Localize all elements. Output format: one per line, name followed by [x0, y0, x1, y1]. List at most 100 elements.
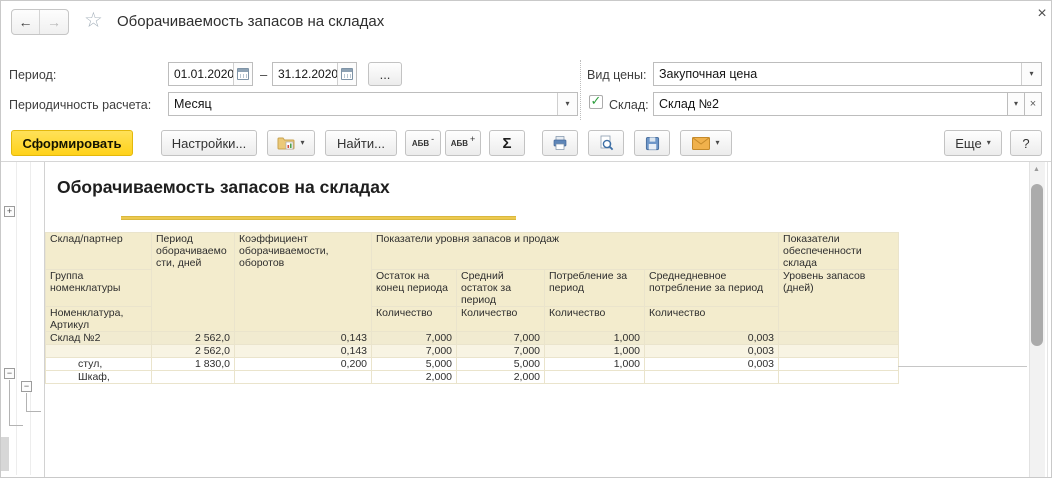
row-value-cell[interactable]: 0,003: [643, 357, 780, 371]
price-type-dropdown-button[interactable]: ▾: [1021, 63, 1041, 85]
row-value-cell[interactable]: 2 562,0: [151, 344, 235, 358]
table-row[interactable]: 2 562,0 0,143 7,000 7,000 1,000 0,003: [45, 344, 900, 358]
header-quantity[interactable]: Количество: [371, 306, 457, 332]
sigma-icon: Σ: [502, 134, 512, 152]
row-value-cell[interactable]: [544, 370, 645, 384]
back-button[interactable]: ←: [12, 10, 40, 34]
title-group-expand-box[interactable]: +: [4, 206, 15, 217]
header-supply-group[interactable]: Показатели обеспеченности склада: [778, 232, 900, 270]
report-title[interactable]: Оборачиваемость запасов на складах: [57, 177, 390, 198]
floppy-save-icon: [645, 136, 659, 150]
row-name-cell[interactable]: стул,: [45, 357, 152, 371]
period-to-value[interactable]: 31.12.2020: [273, 63, 337, 85]
periodicity-dropdown-button[interactable]: ▾: [557, 93, 577, 115]
header-stock-level-days[interactable]: Уровень запасов (дней): [778, 269, 900, 332]
row-value-cell[interactable]: 5,000: [371, 357, 457, 371]
row-value-cell[interactable]: 0,200: [234, 357, 372, 371]
warehouse-clear-button[interactable]: ×: [1024, 92, 1042, 116]
nomenclature-group-collapse-box[interactable]: −: [21, 381, 32, 392]
row-value-cell[interactable]: [778, 331, 900, 345]
row-name-cell[interactable]: Склад №2: [45, 331, 152, 345]
save-button[interactable]: [634, 130, 670, 156]
scroll-up-arrow-icon[interactable]: ▲: [1033, 166, 1040, 173]
warehouse-dropdown-button[interactable]: ▾: [1007, 92, 1025, 116]
period-from-calendar-button[interactable]: [233, 63, 252, 85]
row-value-cell[interactable]: 5,000: [456, 357, 545, 371]
autosum-button[interactable]: Σ: [489, 130, 525, 156]
period-from-field[interactable]: 01.01.2020: [168, 62, 253, 86]
row-value-cell[interactable]: 1,000: [544, 344, 645, 358]
periodicity-value[interactable]: Месяц: [169, 93, 557, 115]
row-value-cell[interactable]: 0,003: [643, 344, 780, 358]
row-name-cell[interactable]: [45, 344, 152, 358]
row-value-cell[interactable]: [234, 370, 372, 384]
header-average-balance[interactable]: Средний остаток за период: [456, 269, 545, 307]
row-value-cell[interactable]: 7,000: [371, 331, 457, 345]
header-end-balance[interactable]: Остаток на конец периода: [371, 269, 457, 307]
print-preview-button[interactable]: [588, 130, 624, 156]
row-value-cell[interactable]: 1,000: [544, 331, 645, 345]
price-type-value[interactable]: Закупочная цена: [654, 63, 1021, 85]
font-decrease-button[interactable]: АБВ -: [405, 130, 441, 156]
header-quantity[interactable]: Количество: [643, 306, 780, 332]
period-more-button[interactable]: ...: [368, 62, 402, 86]
warehouse-group-collapse-box[interactable]: −: [4, 368, 15, 379]
forward-arrow-icon: →: [47, 14, 61, 30]
settings-button[interactable]: Настройки...: [161, 130, 257, 156]
row-value-cell[interactable]: [151, 370, 235, 384]
table-row[interactable]: Шкаф, 2,000 2,000: [45, 370, 900, 384]
generate-button[interactable]: Сформировать: [11, 130, 133, 156]
calendar-icon: [341, 68, 353, 80]
vertical-scrollbar-thumb[interactable]: [1031, 184, 1043, 346]
row-value-cell[interactable]: 1 830,0: [151, 357, 235, 371]
header-nomenclature-group[interactable]: Группа номенклатуры: [45, 269, 152, 307]
warehouse-value[interactable]: Склад №2: [654, 93, 1007, 115]
header-quantity[interactable]: Количество: [456, 306, 545, 332]
row-value-cell[interactable]: 2,000: [456, 370, 545, 384]
row-value-cell[interactable]: [778, 370, 900, 384]
more-actions-button[interactable]: Еще ▾: [944, 130, 1002, 156]
period-to-field[interactable]: 31.12.2020: [272, 62, 357, 86]
row-name-cell[interactable]: Шкаф,: [45, 370, 152, 384]
header-consumption[interactable]: Потребление за период: [544, 269, 645, 307]
font-increase-button[interactable]: АБВ +: [445, 130, 481, 156]
warehouse-field[interactable]: Склад №2: [653, 92, 1008, 116]
header-turnover-period[interactable]: Период оборачиваемости, дней: [151, 232, 235, 332]
row-value-cell[interactable]: 7,000: [456, 331, 545, 345]
table-row[interactable]: стул, 1 830,0 0,200 5,000 5,000 1,000 0,003: [45, 357, 900, 371]
periodicity-field[interactable]: Месяц ▾: [168, 92, 578, 116]
row-value-cell[interactable]: 0,143: [234, 331, 372, 345]
row-value-cell[interactable]: 2,000: [371, 370, 457, 384]
table-row[interactable]: Склад №2 2 562,0 0,143 7,000 7,000 1,000 0,003: [45, 331, 900, 345]
warehouse-checkbox[interactable]: ✓: [589, 94, 603, 109]
row-value-cell[interactable]: 7,000: [456, 344, 545, 358]
forward-button[interactable]: →: [40, 10, 68, 34]
header-quantity[interactable]: Количество: [544, 306, 645, 332]
find-button[interactable]: Найти...: [325, 130, 397, 156]
period-from-value[interactable]: 01.01.2020: [169, 63, 233, 85]
price-type-field[interactable]: Закупочная цена ▾: [653, 62, 1042, 86]
row-value-cell[interactable]: 7,000: [371, 344, 457, 358]
row-value-cell[interactable]: 0,003: [643, 331, 780, 345]
row-value-cell[interactable]: 1,000: [544, 357, 645, 371]
period-to-calendar-button[interactable]: [337, 63, 356, 85]
page-title: Оборачиваемость запасов на складах: [117, 13, 385, 30]
minus-icon: −: [6, 368, 13, 378]
favorite-star-icon[interactable]: ☆: [84, 8, 103, 34]
help-button[interactable]: ?: [1010, 130, 1042, 156]
left-scroll-indicator[interactable]: [1, 437, 9, 471]
header-stock-sales-group[interactable]: Показатели уровня запасов и продаж: [370, 232, 780, 270]
header-nomenclature-article[interactable]: Номенклатура, Артикул: [45, 306, 152, 332]
close-button[interactable]: ×: [1033, 5, 1051, 23]
row-value-cell[interactable]: 2 562,0: [151, 331, 235, 345]
send-email-button[interactable]: ▾: [680, 130, 732, 156]
header-turnover-ratio[interactable]: Коэффициент оборачиваемости, оборотов: [234, 232, 372, 332]
header-warehouse-partner[interactable]: Склад/партнер: [45, 232, 152, 270]
row-value-cell[interactable]: [778, 344, 900, 358]
print-button[interactable]: [542, 130, 578, 156]
row-value-cell[interactable]: 0,143: [234, 344, 372, 358]
row-value-cell[interactable]: [778, 357, 900, 371]
report-variant-button[interactable]: ▾: [267, 130, 315, 156]
row-value-cell[interactable]: [643, 370, 780, 384]
header-avg-daily-consumption[interactable]: Среднедневное потребление за период: [643, 269, 780, 307]
